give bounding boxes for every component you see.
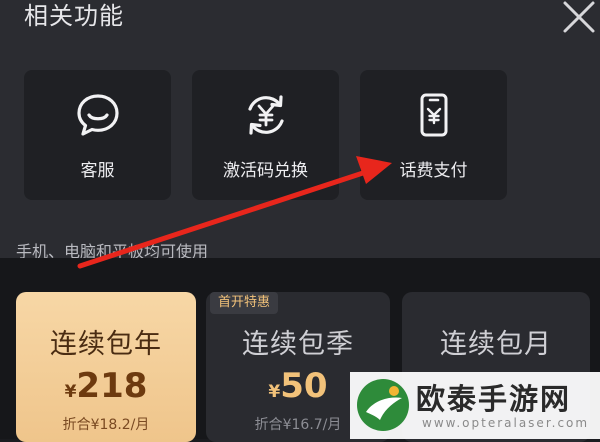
site-watermark: 欧泰手游网 www.opteralaser.com [350, 372, 600, 439]
chat-bubble-icon [76, 94, 119, 136]
currency-symbol: ¥ [64, 382, 77, 402]
currency-symbol: ¥ [268, 382, 281, 402]
watermark-brand: 欧泰手游网 [416, 382, 572, 416]
close-icon[interactable] [560, 0, 598, 34]
price-value: 218 [76, 366, 148, 406]
plan-card-yearly[interactable]: 连续包年 ¥218 折合¥18.2/月 [16, 292, 196, 442]
phone-bill-icon [420, 93, 447, 137]
watermark-logo-icon [357, 379, 409, 431]
watermark-url: www.opteralaser.com [422, 416, 590, 430]
tile-label: 话费支付 [399, 161, 468, 181]
plan-name: 连续包季 [242, 329, 354, 360]
yuan-exchange-icon [247, 95, 284, 135]
tile-label: 客服 [80, 161, 115, 181]
first-purchase-badge: 首开特惠 [210, 292, 279, 314]
customer-service-button[interactable]: 客服 [24, 70, 171, 200]
phone-bill-pay-button[interactable]: 话费支付 [360, 70, 507, 200]
plan-name: 连续包年 [50, 329, 162, 360]
activation-code-button[interactable]: 激活码兑换 [192, 70, 339, 200]
plan-name: 连续包月 [440, 329, 552, 360]
plan-price: ¥218 [16, 366, 196, 406]
related-functions-sheet: 相关功能 客服 激活码兑换 话费支付 [0, 0, 600, 258]
tile-label: 激活码兑换 [223, 161, 308, 181]
per-month-price: 折合¥18.2/月 [62, 417, 150, 433]
sheet-title: 相关功能 [24, 2, 124, 30]
price-value: 50 [280, 366, 328, 406]
